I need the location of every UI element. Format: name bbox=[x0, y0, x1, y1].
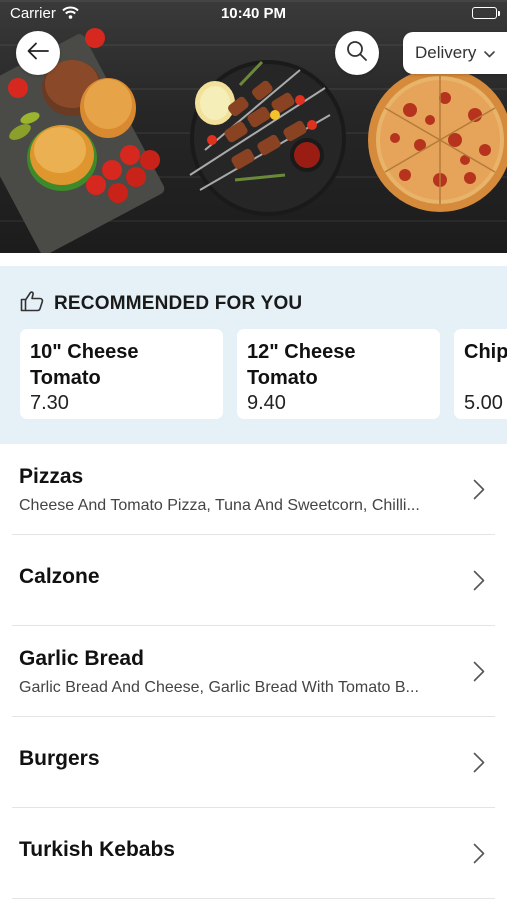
category-row-turkish-kebabs[interactable]: Turkish Kebabs bbox=[12, 808, 495, 899]
category-description: Garlic Bread And Cheese, Garlic Bread Wi… bbox=[19, 679, 419, 696]
back-arrow-icon bbox=[27, 42, 49, 65]
recommended-section: RECOMMENDED FOR YOU 10" Cheese Tomato 7.… bbox=[0, 266, 507, 444]
category-row-burgers[interactable]: Burgers bbox=[12, 717, 495, 808]
category-row-garlic-bread[interactable]: Garlic Bread Garlic Bread And Cheese, Ga… bbox=[12, 626, 495, 717]
recommended-card[interactable]: 10" Cheese Tomato 7.30 bbox=[20, 329, 223, 419]
recommended-item-price: 7.30 bbox=[30, 392, 69, 414]
category-name: Burgers bbox=[19, 747, 100, 770]
recommended-card[interactable]: Chip 5.00 bbox=[454, 329, 507, 419]
recommended-title: RECOMMENDED FOR YOU bbox=[54, 292, 303, 314]
category-name: Calzone bbox=[19, 565, 100, 588]
status-bar: Carrier 10:40 PM bbox=[0, 0, 507, 28]
recommended-item-price: 9.40 bbox=[247, 392, 286, 414]
thumbs-up-icon bbox=[20, 290, 44, 317]
category-name: Turkish Kebabs bbox=[19, 838, 175, 861]
category-row-pizzas[interactable]: Pizzas Cheese And Tomato Pizza, Tuna And… bbox=[12, 444, 495, 535]
recommended-card[interactable]: 12" Cheese Tomato 9.40 bbox=[237, 329, 440, 419]
chevron-right-icon bbox=[473, 661, 485, 687]
category-name: Pizzas bbox=[19, 465, 84, 488]
battery-icon bbox=[472, 7, 500, 19]
chevron-down-icon bbox=[484, 43, 496, 63]
search-icon bbox=[346, 40, 368, 67]
recommended-item-name: 10" Cheese Tomato bbox=[30, 341, 139, 389]
status-time: 10:40 PM bbox=[220, 5, 287, 22]
chevron-right-icon bbox=[473, 570, 485, 596]
recommended-item-name: Chip bbox=[464, 341, 507, 363]
category-description: Cheese And Tomato Pizza, Tuna And Sweetc… bbox=[19, 497, 420, 514]
category-row-calzone[interactable]: Calzone bbox=[12, 535, 495, 626]
chevron-right-icon bbox=[473, 752, 485, 778]
category-name: Garlic Bread bbox=[19, 647, 144, 670]
delivery-mode-label: Delivery bbox=[415, 43, 477, 62]
category-list: Pizzas Cheese And Tomato Pizza, Tuna And… bbox=[0, 444, 507, 899]
search-button[interactable] bbox=[335, 31, 379, 75]
recommended-item-name: 12" Cheese Tomato bbox=[247, 341, 356, 389]
back-button[interactable] bbox=[16, 31, 60, 75]
chevron-right-icon bbox=[473, 479, 485, 505]
chevron-right-icon bbox=[473, 843, 485, 869]
recommended-item-price: 5.00 bbox=[464, 392, 503, 414]
recommended-header: RECOMMENDED FOR YOU bbox=[20, 290, 302, 317]
delivery-mode-dropdown[interactable]: Delivery bbox=[403, 32, 507, 74]
